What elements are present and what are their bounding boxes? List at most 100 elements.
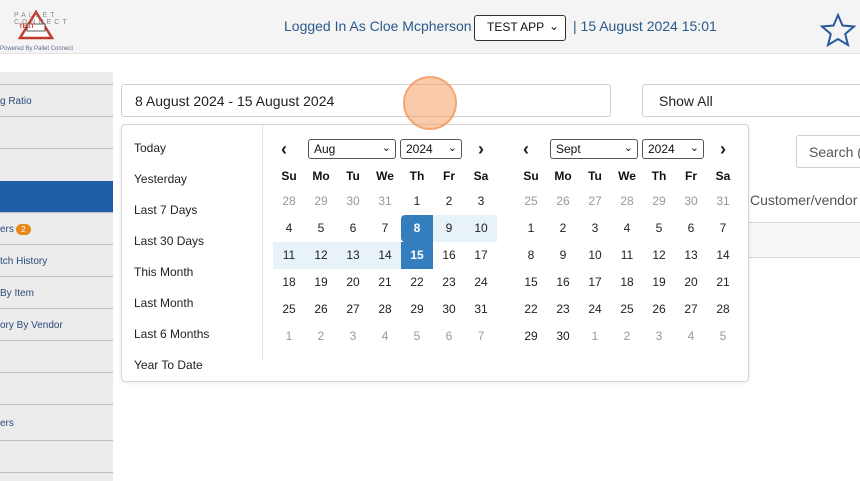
chevron-right-icon[interactable]: › (478, 139, 484, 160)
sidebar-item-active[interactable] (0, 181, 113, 213)
calendar-day[interactable]: 16 (547, 269, 579, 296)
calendar-day[interactable]: 13 (337, 242, 369, 269)
chevron-left-icon[interactable]: ‹ (523, 139, 529, 160)
sidebar-item[interactable] (0, 441, 113, 473)
calendar-day[interactable]: 25 (273, 296, 305, 323)
sidebar-item[interactable]: ers (0, 405, 113, 441)
calendar-day[interactable]: 30 (547, 323, 579, 350)
range-last-month[interactable]: Last Month (134, 296, 193, 310)
calendar-day[interactable]: 10 (579, 242, 611, 269)
calendar-day[interactable]: 2 (547, 215, 579, 242)
calendar-day[interactable]: 4 (611, 215, 643, 242)
calendar-day[interactable]: 23 (547, 296, 579, 323)
calendar-day[interactable]: 24 (579, 296, 611, 323)
calendar-day[interactable]: 5 (305, 215, 337, 242)
calendar-day[interactable]: 5 (401, 323, 433, 350)
calendar-day[interactable]: 31 (369, 188, 401, 215)
calendar-day[interactable]: 28 (707, 296, 739, 323)
range-last-6-months[interactable]: Last 6 Months (134, 327, 209, 341)
sidebar-item[interactable] (0, 373, 113, 405)
calendar-day[interactable]: 21 (707, 269, 739, 296)
calendar-day[interactable]: 10 (465, 215, 497, 242)
sidebar-item[interactable]: By Item (0, 277, 113, 309)
calendar-day[interactable]: 6 (337, 215, 369, 242)
calendar-day[interactable]: 14 (707, 242, 739, 269)
calendar-day[interactable]: 29 (643, 188, 675, 215)
calendar-day[interactable]: 31 (707, 188, 739, 215)
calendar-day[interactable]: 15 (515, 269, 547, 296)
calendar-day[interactable]: 16 (433, 242, 465, 269)
calendar-day[interactable]: 26 (305, 296, 337, 323)
calendar-day[interactable]: 25 (515, 188, 547, 215)
calendar-day[interactable]: 2 (433, 188, 465, 215)
calendar-day[interactable]: 24 (465, 269, 497, 296)
calendar-day[interactable]: 31 (465, 296, 497, 323)
calendar-day[interactable]: 22 (515, 296, 547, 323)
calendar-day[interactable]: 8 (515, 242, 547, 269)
calendar-day[interactable]: 11 (611, 242, 643, 269)
calendar-day[interactable]: 1 (273, 323, 305, 350)
calendar-day[interactable]: 12 (643, 242, 675, 269)
calendar-day[interactable]: 8 (401, 215, 433, 242)
sidebar-item[interactable]: ory By Vendor (0, 309, 113, 341)
sidebar-item[interactable] (0, 72, 113, 85)
calendar-day[interactable]: 12 (305, 242, 337, 269)
calendar-day[interactable]: 3 (337, 323, 369, 350)
calendar-day[interactable]: 6 (675, 215, 707, 242)
calendar-day[interactable]: 11 (273, 242, 305, 269)
calendar-day[interactable]: 3 (465, 188, 497, 215)
calendar-day[interactable]: 2 (305, 323, 337, 350)
calendar-day[interactable]: 3 (643, 323, 675, 350)
calendar-day[interactable]: 29 (305, 188, 337, 215)
calendar-day[interactable]: 30 (433, 296, 465, 323)
calendar-day[interactable]: 4 (273, 215, 305, 242)
calendar-day[interactable]: 30 (675, 188, 707, 215)
sidebar-item[interactable]: g Ratio (0, 85, 113, 117)
sidebar-item[interactable]: tch History (0, 245, 113, 277)
calendar-day[interactable]: 6 (433, 323, 465, 350)
calendar-day[interactable]: 22 (401, 269, 433, 296)
calendar-day[interactable]: 19 (305, 269, 337, 296)
range-last-7-days[interactable]: Last 7 Days (134, 203, 197, 217)
calendar-day[interactable]: 29 (401, 296, 433, 323)
year-select[interactable]: 2024 ⌄ (400, 139, 462, 159)
calendar-day[interactable]: 25 (611, 296, 643, 323)
range-year-to-date[interactable]: Year To Date (134, 358, 203, 372)
calendar-day[interactable]: 1 (401, 188, 433, 215)
calendar-day[interactable]: 30 (337, 188, 369, 215)
calendar-day[interactable]: 13 (675, 242, 707, 269)
calendar-day[interactable]: 27 (675, 296, 707, 323)
range-this-month[interactable]: This Month (134, 265, 193, 279)
search-input[interactable]: Search ( (796, 135, 860, 168)
calendar-day[interactable]: 5 (707, 323, 739, 350)
calendar-day[interactable]: 19 (643, 269, 675, 296)
calendar-day[interactable]: 27 (337, 296, 369, 323)
calendar-day[interactable]: 17 (579, 269, 611, 296)
calendar-day[interactable]: 29 (515, 323, 547, 350)
calendar-day[interactable]: 18 (611, 269, 643, 296)
column-header-customer-vendor[interactable]: Customer/vendor (750, 192, 857, 208)
calendar-day[interactable]: 7 (707, 215, 739, 242)
range-today[interactable]: Today (134, 141, 166, 155)
range-last-30-days[interactable]: Last 30 Days (134, 234, 204, 248)
calendar-day[interactable]: 27 (579, 188, 611, 215)
month-select[interactable]: Sept ⌄ (550, 139, 638, 159)
sidebar-item[interactable]: ers 2 (0, 213, 113, 245)
calendar-day[interactable]: 4 (675, 323, 707, 350)
calendar-day[interactable]: 26 (643, 296, 675, 323)
range-yesterday[interactable]: Yesterday (134, 172, 187, 186)
calendar-day[interactable]: 2 (611, 323, 643, 350)
date-range-input[interactable]: 8 August 2024 - 15 August 2024 (121, 84, 611, 117)
calendar-day[interactable]: 20 (675, 269, 707, 296)
calendar-day[interactable]: 18 (273, 269, 305, 296)
calendar-day[interactable]: 1 (515, 215, 547, 242)
month-select[interactable]: Aug ⌄ (308, 139, 396, 159)
year-select[interactable]: 2024 ⌄ (642, 139, 704, 159)
calendar-day[interactable]: 9 (547, 242, 579, 269)
calendar-day[interactable]: 14 (369, 242, 401, 269)
show-all-select[interactable]: Show All (642, 84, 860, 117)
logo[interactable]: TEST PALLET CONNECT Powered By Pallet Co… (0, 6, 80, 52)
calendar-day[interactable]: 4 (369, 323, 401, 350)
calendar-day[interactable]: 26 (547, 188, 579, 215)
calendar-day[interactable]: 28 (611, 188, 643, 215)
